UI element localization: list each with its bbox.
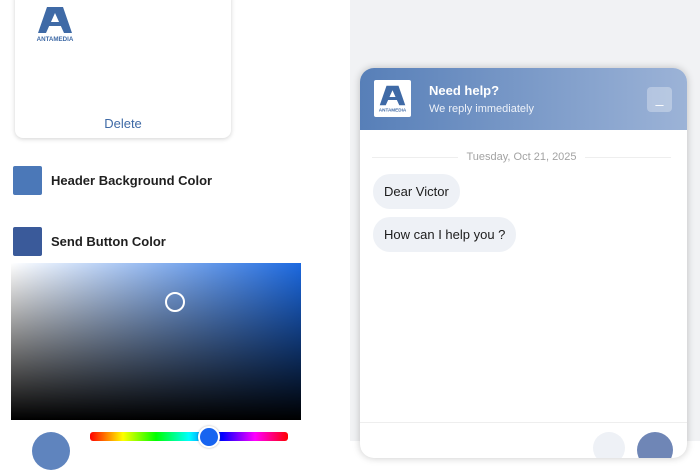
input-divider — [360, 422, 687, 423]
send-button-color-swatch[interactable] — [13, 227, 42, 256]
chat-message: How can I help you ? — [373, 217, 517, 252]
divider-line — [372, 156, 459, 158]
logo-card: ANTAMEDIA Delete — [15, 0, 231, 138]
header-bg-color-row: Header Background Color — [13, 166, 212, 195]
antamedia-logo: ANTAMEDIA — [379, 85, 407, 112]
settings-panel: ANTAMEDIA Delete Header Background Color… — [0, 0, 350, 470]
color-preview-circle — [32, 432, 70, 470]
chat-header: ANTAMEDIA Need help? We reply immediatel… — [360, 68, 687, 130]
minimize-button[interactable]: _ — [647, 87, 672, 112]
logo-text: ANTAMEDIA — [37, 36, 74, 43]
date-divider: Tuesday, Oct 21, 2025 — [372, 151, 672, 163]
color-picker-saturation-area[interactable] — [11, 263, 301, 420]
send-button-color-row: Send Button Color — [13, 227, 166, 256]
delete-logo-button[interactable]: Delete — [15, 116, 231, 131]
hue-slider[interactable] — [90, 432, 288, 441]
antamedia-logo: ANTAMEDIA — [37, 7, 74, 43]
hue-slider-knob[interactable] — [197, 426, 220, 448]
divider-line — [584, 156, 672, 158]
message-date: Tuesday, Oct 21, 2025 — [466, 151, 577, 163]
chat-widget: ANTAMEDIA Need help? We reply immediatel… — [360, 68, 687, 458]
chat-subtitle: We reply immediately — [429, 103, 534, 115]
send-button-color-label: Send Button Color — [51, 234, 166, 249]
send-button[interactable] — [637, 432, 673, 458]
attach-button[interactable] — [593, 432, 625, 458]
avatar-logo-text: ANTAMEDIA — [379, 107, 407, 112]
color-picker-handle[interactable] — [165, 292, 185, 312]
chat-avatar: ANTAMEDIA — [374, 80, 411, 117]
header-bg-color-swatch[interactable] — [13, 166, 42, 195]
chat-message: Dear Victor — [373, 174, 460, 209]
header-bg-color-label: Header Background Color — [51, 173, 213, 188]
chat-title: Need help? — [429, 83, 500, 98]
